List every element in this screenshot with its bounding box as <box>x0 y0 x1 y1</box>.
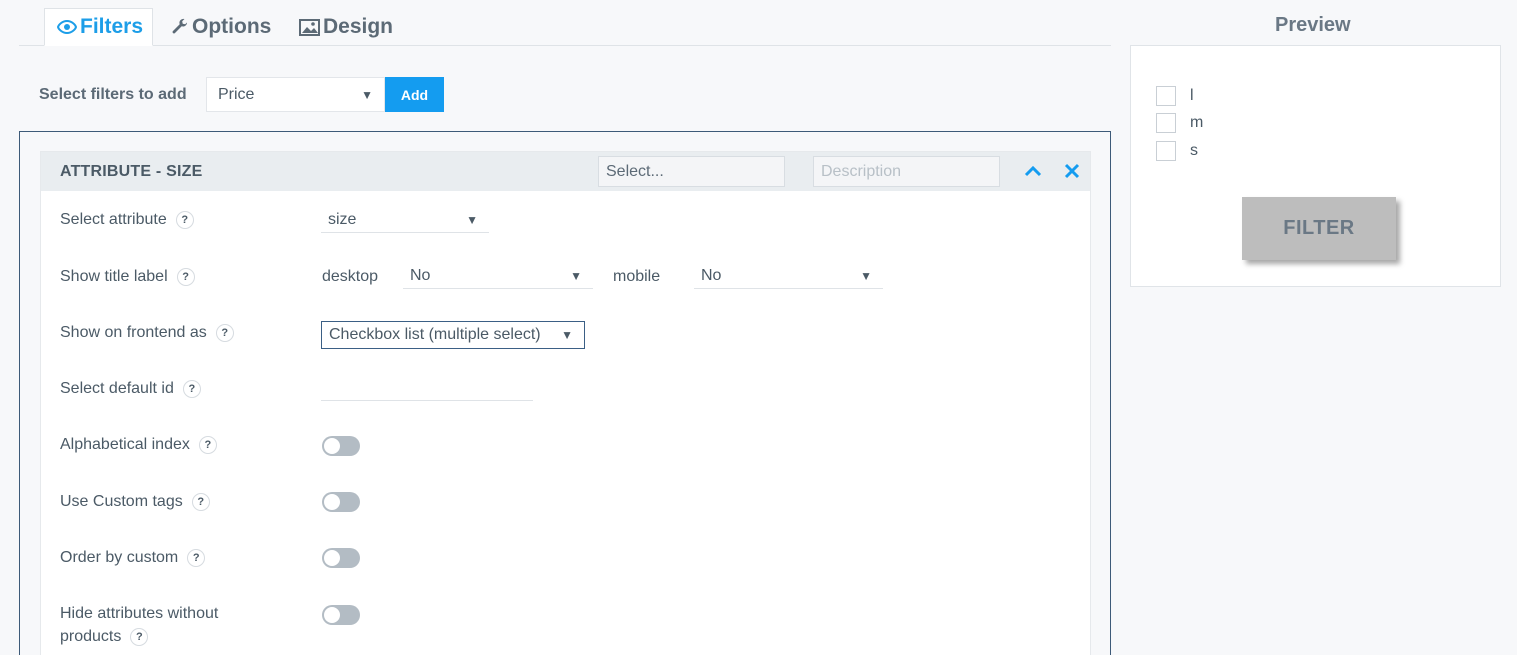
attribute-select[interactable]: size ▼ <box>321 208 489 233</box>
add-filter-label: Select filters to add <box>39 86 187 103</box>
show-frontend-label: Show on frontend as <box>60 324 207 341</box>
tab-options[interactable]: Options <box>171 8 271 46</box>
hide-attributes-label-2: products <box>60 628 122 645</box>
desktop-label: desktop <box>322 268 379 285</box>
desktop-value: No <box>410 267 431 284</box>
alpha-index-row: Alphabetical index ? <box>60 436 217 454</box>
alpha-index-label: Alphabetical index <box>60 436 190 453</box>
image-icon <box>299 18 320 36</box>
hide-attributes-row: products ? <box>60 628 149 646</box>
select-attribute-row: Select attribute ? <box>60 211 194 229</box>
order-custom-label: Order by custom <box>60 549 179 566</box>
preview-option-label: s <box>1190 142 1198 159</box>
tab-label: Filters <box>80 15 144 38</box>
filter-card: ATTRIBUTE - SIZE Select... Description S… <box>40 151 1091 655</box>
help-icon[interactable]: ? <box>215 324 234 342</box>
filter-select-input[interactable]: Select... <box>598 156 785 187</box>
checkbox[interactable] <box>1156 86 1176 106</box>
mobile-label: mobile <box>613 268 661 285</box>
caret-down-icon: ▼ <box>561 328 573 342</box>
help-icon[interactable]: ? <box>198 436 217 454</box>
show-title-label-label: Show title label <box>60 268 168 285</box>
attribute-value: size <box>328 211 357 228</box>
hide-attributes-toggle[interactable] <box>322 605 360 625</box>
help-icon[interactable]: ? <box>130 628 149 646</box>
checkbox[interactable] <box>1156 141 1176 161</box>
preview-option-label: l <box>1190 87 1194 104</box>
eye-icon <box>57 20 77 34</box>
checkbox[interactable] <box>1156 113 1176 133</box>
filter-button[interactable]: FILTER <box>1242 197 1396 260</box>
filters-panel: ATTRIBUTE - SIZE Select... Description S… <box>19 131 1111 655</box>
preview-option-label: m <box>1190 114 1204 131</box>
default-id-row: Select default id ? <box>60 380 201 398</box>
help-icon[interactable]: ? <box>175 211 194 229</box>
preview-option[interactable]: s <box>1156 141 1198 161</box>
caret-down-icon: ▼ <box>570 269 582 283</box>
mobile-title-select[interactable]: No ▼ <box>694 264 883 289</box>
filter-type-select[interactable]: Price ▼ <box>206 77 385 112</box>
tab-label: Design <box>323 15 394 38</box>
show-title-label-row: Show title label ? <box>60 268 195 286</box>
frontend-type-value: Checkbox list (multiple select) <box>329 326 541 343</box>
default-id-label: Select default id <box>60 380 174 397</box>
preview-option[interactable]: m <box>1156 113 1203 133</box>
mobile-value: No <box>701 267 722 284</box>
select-attribute-label: Select attribute <box>60 211 167 228</box>
caret-down-icon: ▼ <box>361 88 373 102</box>
custom-tags-label: Use Custom tags <box>60 493 183 510</box>
preview-title: Preview <box>1275 14 1351 36</box>
help-icon[interactable]: ? <box>187 549 206 567</box>
custom-tags-row: Use Custom tags ? <box>60 493 210 511</box>
preview-option[interactable]: l <box>1156 86 1194 106</box>
order-custom-row: Order by custom ? <box>60 549 206 567</box>
help-icon[interactable]: ? <box>191 493 210 511</box>
wrench-icon <box>171 18 189 36</box>
alpha-index-toggle[interactable] <box>322 436 360 456</box>
custom-tags-toggle[interactable] <box>322 492 360 512</box>
order-custom-toggle[interactable] <box>322 548 360 568</box>
show-frontend-row: Show on frontend as ? <box>60 324 234 342</box>
frontend-type-select[interactable]: Checkbox list (multiple select) ▼ <box>321 321 585 349</box>
filter-description-input[interactable]: Description <box>813 156 1000 187</box>
chevron-up-icon[interactable] <box>1023 161 1043 186</box>
filter-card-title: ATTRIBUTE - SIZE <box>60 163 203 180</box>
filter-type-value: Price <box>218 86 255 103</box>
help-icon[interactable]: ? <box>182 380 201 398</box>
preview-box: l m s FILTER <box>1130 45 1501 287</box>
tab-filters[interactable]: Filters <box>44 8 153 46</box>
default-id-input[interactable] <box>321 400 533 401</box>
filter-card-header: ATTRIBUTE - SIZE Select... Description <box>41 152 1090 191</box>
help-icon[interactable]: ? <box>176 268 195 286</box>
hide-attributes-label: Hide attributes without <box>60 605 219 622</box>
desktop-title-select[interactable]: No ▼ <box>403 264 593 289</box>
add-filter-button[interactable]: Add <box>385 77 444 112</box>
tab-design[interactable]: Design <box>299 8 393 46</box>
close-icon[interactable] <box>1063 161 1081 186</box>
caret-down-icon: ▼ <box>466 213 478 227</box>
caret-down-icon: ▼ <box>860 269 872 283</box>
tab-label: Options <box>192 15 272 38</box>
